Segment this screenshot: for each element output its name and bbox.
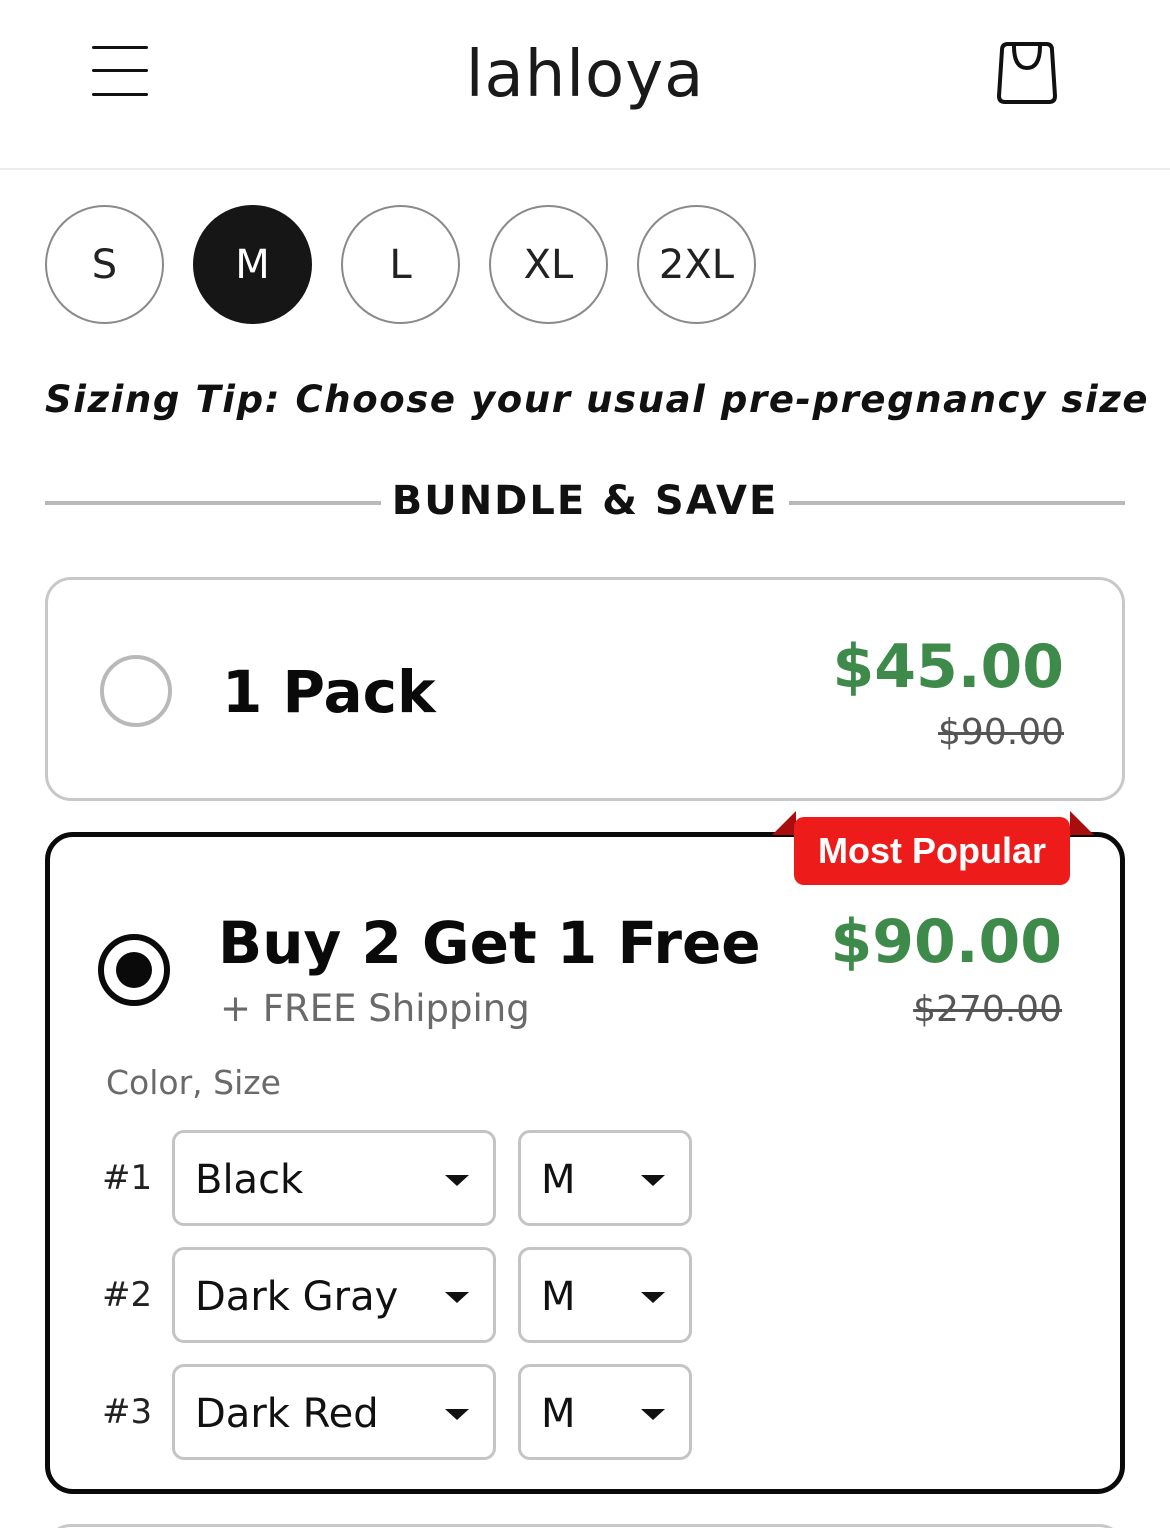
offer-price: $45.00: [832, 632, 1064, 702]
offer-card-buy-2-get-1[interactable]: Most Popular Buy 2 Get 1 Free + FREE Shi…: [45, 811, 1125, 1494]
caret-down-icon: [445, 1175, 469, 1186]
caret-down-icon: [445, 1292, 469, 1303]
color-select-value: Dark Gray: [195, 1274, 399, 1320]
color-select-value: Black: [195, 1157, 304, 1203]
offer-old-price: $90.00: [938, 712, 1064, 753]
size-select-2[interactable]: M: [518, 1247, 692, 1343]
offer-card-1-pack[interactable]: 1 Pack $45.00 $90.00: [45, 577, 1125, 801]
shopping-bag-icon[interactable]: [994, 38, 1060, 108]
size-select-1[interactable]: M: [518, 1130, 692, 1226]
size-option-s[interactable]: S: [45, 205, 164, 324]
caret-down-icon: [445, 1409, 469, 1420]
variant-number: #2: [102, 1275, 153, 1315]
offer-radio-unselected[interactable]: [100, 655, 172, 727]
sizing-tip: Sizing Tip: Choose your usual pre-pregna…: [45, 378, 1150, 421]
offer-subtitle: + FREE Shipping: [220, 987, 530, 1030]
color-select-2[interactable]: Dark Gray: [172, 1247, 496, 1343]
size-selector: S M L XL 2XL: [45, 205, 756, 325]
size-select-value: M: [541, 1391, 576, 1437]
offer-radio-selected[interactable]: [98, 934, 170, 1006]
color-select-3[interactable]: Dark Red: [172, 1364, 496, 1460]
divider-left: [45, 501, 381, 505]
color-select-value: Dark Red: [195, 1391, 379, 1437]
size-option-2xl[interactable]: 2XL: [637, 205, 756, 324]
caret-down-icon: [641, 1292, 665, 1303]
variant-row-2: #2 Dark Gray M: [102, 1247, 702, 1343]
caret-down-icon: [641, 1409, 665, 1420]
offer-old-price: $270.00: [913, 989, 1062, 1030]
size-select-value: M: [541, 1274, 576, 1320]
color-select-1[interactable]: Black: [172, 1130, 496, 1226]
caret-down-icon: [641, 1175, 665, 1186]
offer-title: Buy 2 Get 1 Free: [218, 909, 761, 977]
size-option-m[interactable]: M: [193, 205, 312, 324]
product-page: lahloya S M L XL 2XL Sizing Tip: Choose …: [0, 0, 1170, 1528]
size-option-l[interactable]: L: [341, 205, 460, 324]
bundle-heading: BUNDLE & SAVE: [391, 478, 779, 524]
most-popular-badge: Most Popular: [794, 817, 1070, 885]
offer-price: $90.00: [830, 907, 1062, 977]
variant-number: #1: [102, 1158, 153, 1198]
offer-title: 1 Pack: [222, 658, 436, 726]
divider-right: [789, 501, 1125, 505]
site-header: lahloya: [0, 0, 1170, 170]
size-option-xl[interactable]: XL: [489, 205, 608, 324]
size-select-3[interactable]: M: [518, 1364, 692, 1460]
badge-ribbon-fold: [1070, 811, 1094, 835]
size-select-value: M: [541, 1157, 576, 1203]
variant-row-1: #1 Black M: [102, 1130, 702, 1226]
offer-card-next[interactable]: [45, 1524, 1125, 1528]
badge-ribbon-fold: [772, 811, 796, 835]
variant-number: #3: [102, 1392, 153, 1432]
variant-row-3: #3 Dark Red M: [102, 1364, 702, 1460]
variant-label: Color, Size: [106, 1063, 281, 1102]
